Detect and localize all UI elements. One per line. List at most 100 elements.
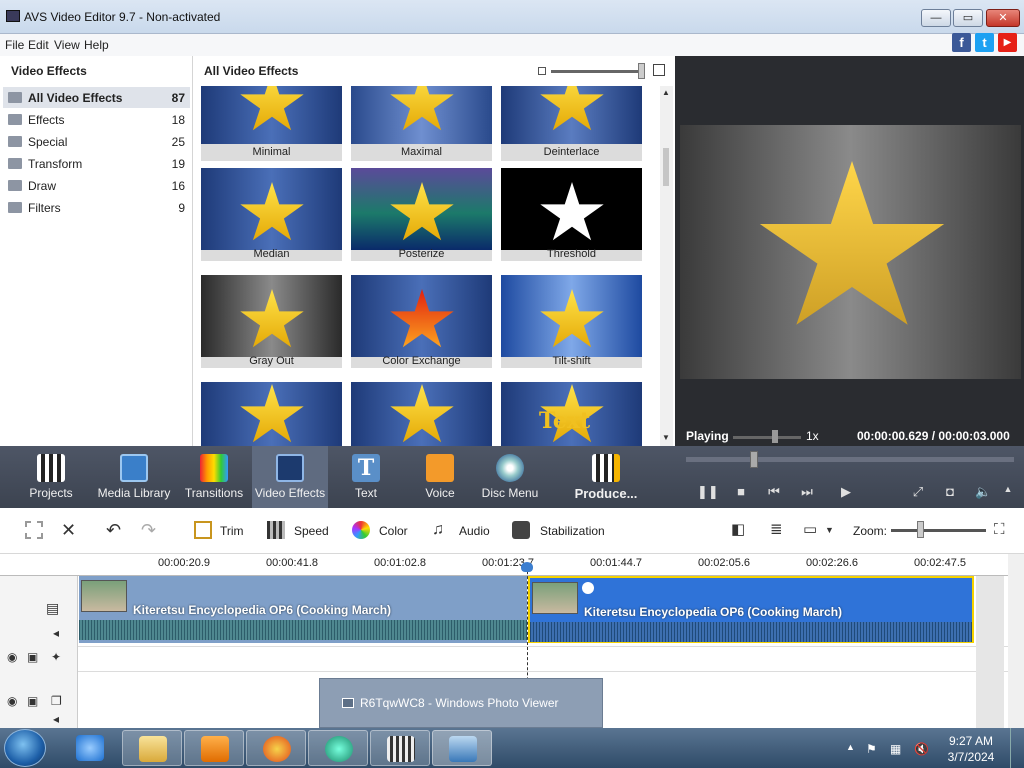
maximize-button[interactable]: ▭ bbox=[953, 9, 983, 27]
effect-tile-minimal[interactable]: Minimal bbox=[201, 86, 342, 161]
undo-icon[interactable]: ↶ bbox=[106, 521, 124, 539]
facebook-icon[interactable]: f bbox=[952, 33, 971, 52]
effect-tile[interactable] bbox=[201, 382, 342, 446]
thumbnail-large-icon[interactable] bbox=[653, 64, 665, 76]
seek-thumb[interactable] bbox=[750, 451, 758, 468]
video-effects-button[interactable]: Video Effects bbox=[252, 446, 328, 508]
play-range-icon[interactable]: ▶ bbox=[836, 484, 856, 500]
snapshot-camera-icon[interactable]: ◘ bbox=[942, 484, 958, 499]
action-center-flag-icon[interactable]: ⚑ bbox=[866, 742, 877, 756]
start-button[interactable] bbox=[4, 729, 46, 767]
minimize-button[interactable]: — bbox=[921, 9, 951, 27]
next-frame-icon[interactable]: ⏭ bbox=[799, 484, 815, 500]
split-icon[interactable]: ◧ bbox=[731, 521, 749, 539]
scroll-down-arrow-icon[interactable]: ▼ bbox=[662, 433, 670, 442]
visibility-eye-icon[interactable]: ◉ bbox=[7, 694, 17, 708]
volume-muted-icon[interactable]: 🔇 bbox=[914, 742, 929, 756]
audio-speaker-icon[interactable]: ◂ bbox=[53, 626, 59, 640]
twitter-icon[interactable]: t bbox=[975, 33, 994, 52]
taskbar-avs-video-editor[interactable] bbox=[370, 730, 430, 766]
close-button[interactable]: ✕ bbox=[986, 9, 1020, 27]
trim-button[interactable]: Trim bbox=[220, 524, 244, 538]
stop-icon[interactable]: ■ bbox=[733, 484, 749, 499]
category-draw[interactable]: Draw 16 bbox=[3, 175, 190, 196]
timeline-clip[interactable]: Kiteretsu Encyclopedia OP6 (Cooking Marc… bbox=[79, 576, 527, 643]
volume-dropdown-icon[interactable]: ▲ bbox=[1000, 484, 1016, 494]
youtube-icon[interactable]: ▶ bbox=[998, 33, 1017, 52]
timeline-clip-selected[interactable]: Kiteretsu Encyclopedia OP6 (Cooking Marc… bbox=[528, 576, 974, 643]
previous-frame-icon[interactable]: ⏮ bbox=[766, 484, 782, 500]
category-filters[interactable]: Filters 9 bbox=[3, 197, 190, 218]
menu-file[interactable]: File bbox=[3, 36, 26, 54]
disc-menu-button[interactable]: Disc Menu bbox=[480, 446, 540, 508]
stabilization-button[interactable]: Stabilization bbox=[540, 524, 605, 538]
effect-tile-maximal[interactable]: Maximal bbox=[351, 86, 492, 161]
category-special[interactable]: Special 25 bbox=[3, 131, 190, 152]
network-icon[interactable]: ▦ bbox=[890, 742, 901, 756]
text-button[interactable]: T Text bbox=[340, 446, 392, 508]
pause-icon[interactable]: ❚❚ bbox=[697, 484, 719, 500]
timeline-ruler[interactable]: 00:00:20.9 00:00:41.8 00:01:02.8 00:01:2… bbox=[0, 554, 1024, 576]
zoom-slider[interactable] bbox=[891, 529, 986, 532]
menu-edit[interactable]: Edit bbox=[26, 36, 51, 54]
select-icon[interactable] bbox=[25, 521, 43, 539]
redo-icon[interactable]: ↷ bbox=[141, 521, 159, 539]
preview-video[interactable] bbox=[680, 125, 1021, 379]
media-library-button[interactable]: Media Library bbox=[96, 446, 172, 508]
show-desktop-button[interactable] bbox=[1010, 728, 1024, 768]
seek-bar[interactable] bbox=[686, 451, 1014, 468]
fullscreen-icon[interactable]: ⤢ bbox=[910, 484, 926, 500]
effect-tile-deinterlace[interactable]: Deinterlace bbox=[501, 86, 642, 161]
zoom-slider-thumb[interactable] bbox=[917, 521, 924, 538]
taskbar-file-explorer[interactable] bbox=[122, 730, 182, 766]
projects-button[interactable]: Projects bbox=[22, 446, 80, 508]
menu-help[interactable]: Help bbox=[82, 36, 111, 54]
taskbar-app[interactable] bbox=[308, 730, 368, 766]
voice-button[interactable]: Voice bbox=[414, 446, 466, 508]
gallery-scrollbar[interactable]: ▲ ▼ bbox=[660, 86, 673, 446]
view-dropdown-icon[interactable]: ▼ bbox=[825, 521, 843, 539]
audio-button[interactable]: Audio bbox=[459, 524, 490, 538]
playhead-handle[interactable] bbox=[521, 562, 533, 572]
transitions-button[interactable]: Transitions bbox=[182, 446, 246, 508]
effect-tile-posterize[interactable]: Posterize bbox=[351, 168, 492, 261]
timeline-view-icon[interactable]: ▭ bbox=[803, 521, 821, 539]
fit-timeline-icon[interactable]: ⛶ bbox=[994, 521, 1012, 539]
menu-view[interactable]: View bbox=[52, 36, 82, 54]
audio-mixer-icon[interactable]: ≣ bbox=[770, 521, 788, 539]
effect-tile-median[interactable]: Median bbox=[201, 168, 342, 261]
timeline-scrollbar[interactable] bbox=[1008, 554, 1024, 728]
thumbnail-small-icon[interactable] bbox=[538, 67, 546, 75]
effect-tile-tilt-shift[interactable]: Tilt-shift bbox=[501, 275, 642, 368]
category-transform[interactable]: Transform 19 bbox=[3, 153, 190, 174]
taskbar-media-player[interactable] bbox=[184, 730, 244, 766]
produce-button[interactable]: Produce... bbox=[570, 446, 642, 508]
thumbnail-size-slider-thumb[interactable] bbox=[638, 63, 645, 79]
visibility-eye-icon[interactable]: ◉ bbox=[7, 650, 17, 664]
effect-tile-threshold[interactable]: Threshold bbox=[501, 168, 642, 261]
effect-tile-text[interactable]: Text bbox=[501, 382, 642, 446]
lock-icon[interactable]: ▣ bbox=[27, 694, 38, 708]
taskbar-firefox[interactable] bbox=[246, 730, 306, 766]
speed-slider-thumb[interactable] bbox=[772, 430, 778, 443]
speed-button[interactable]: Speed bbox=[294, 524, 329, 538]
color-button[interactable]: Color bbox=[379, 524, 408, 538]
delete-x-icon[interactable]: ✕ bbox=[61, 521, 79, 539]
volume-icon[interactable]: 🔈 bbox=[975, 484, 991, 500]
taskbar-thumbnail-popup[interactable]: R6TqwWC8 - Windows Photo Viewer bbox=[319, 678, 603, 728]
category-all-video-effects[interactable]: All Video Effects 87 bbox=[3, 87, 190, 108]
lock-icon[interactable]: ▣ bbox=[27, 650, 38, 664]
scrollbar-thumb[interactable] bbox=[663, 148, 669, 186]
system-clock[interactable]: 9:27 AM 3/7/2024 bbox=[940, 733, 1002, 765]
taskbar-internet-explorer[interactable] bbox=[60, 730, 120, 766]
tray-overflow-icon[interactable]: ▲ bbox=[846, 742, 855, 752]
speed-slider[interactable] bbox=[733, 436, 801, 439]
category-effects[interactable]: Effects 18 bbox=[3, 109, 190, 130]
effect-tile[interactable] bbox=[351, 382, 492, 446]
audio-speaker-icon[interactable]: ◂ bbox=[53, 712, 59, 726]
effect-tile-gray-out[interactable]: Gray Out bbox=[201, 275, 342, 368]
scroll-up-arrow-icon[interactable]: ▲ bbox=[662, 88, 670, 97]
thumbnail-size-slider[interactable] bbox=[551, 70, 643, 73]
effect-tile-color-exchange[interactable]: Color Exchange bbox=[351, 275, 492, 368]
taskbar-photo-viewer[interactable] bbox=[432, 730, 492, 766]
